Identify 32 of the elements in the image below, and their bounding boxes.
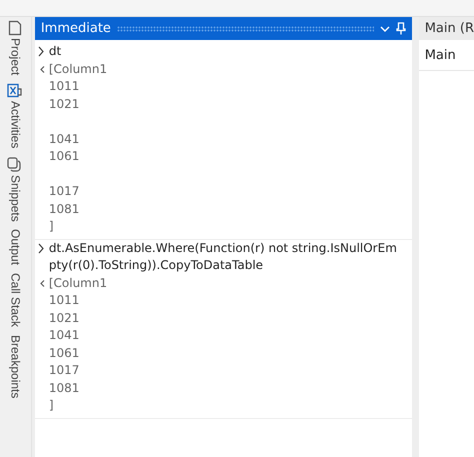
output-line: [Column1 — [48, 60, 108, 78]
activities-icon — [7, 83, 24, 100]
list-item[interactable]: Main — [418, 40, 474, 71]
output-line: 1081 — [48, 380, 80, 396]
output-line: 1041 — [48, 327, 80, 344]
panel-title: Immediate — [40, 21, 111, 36]
command-text: dt — [48, 43, 62, 60]
output-line: 1017 — [48, 183, 80, 200]
output-line: 1017 — [48, 362, 80, 379]
output-line: [Column1 — [48, 274, 108, 292]
output-line: 1061 — [48, 344, 80, 362]
side-tab[interactable]: Activities — [7, 83, 24, 149]
output-line: ] — [48, 397, 54, 414]
output-line: 1041 — [48, 130, 80, 148]
chevron-down-icon[interactable] — [380, 24, 390, 32]
pin-icon[interactable] — [396, 22, 406, 35]
side-tab[interactable]: Snippets — [7, 156, 24, 222]
document-icon — [8, 20, 22, 36]
output-line: 1061 — [48, 148, 80, 165]
output-line: 1011 — [48, 78, 80, 95]
side-tab[interactable]: Call Stack — [8, 273, 22, 328]
panel-title: Main (R — [418, 17, 474, 40]
output-line: 1081 — [48, 200, 80, 218]
output-line: 1021 — [48, 96, 80, 112]
output-line: 1011 — [48, 292, 80, 309]
output-line: ] — [48, 218, 54, 235]
side-tab[interactable]: Breakpoints — [8, 335, 22, 399]
side-tab[interactable]: Project — [8, 20, 22, 76]
command-text: dt.AsEnumerable.Where(Function(r) not string.IsNullOrEmpty(r(0).ToString)).CopyToDataTable — [48, 240, 398, 274]
stacked-pages-icon — [7, 156, 24, 173]
output-line: 1021 — [48, 310, 80, 326]
side-tab[interactable]: Output — [8, 229, 22, 266]
